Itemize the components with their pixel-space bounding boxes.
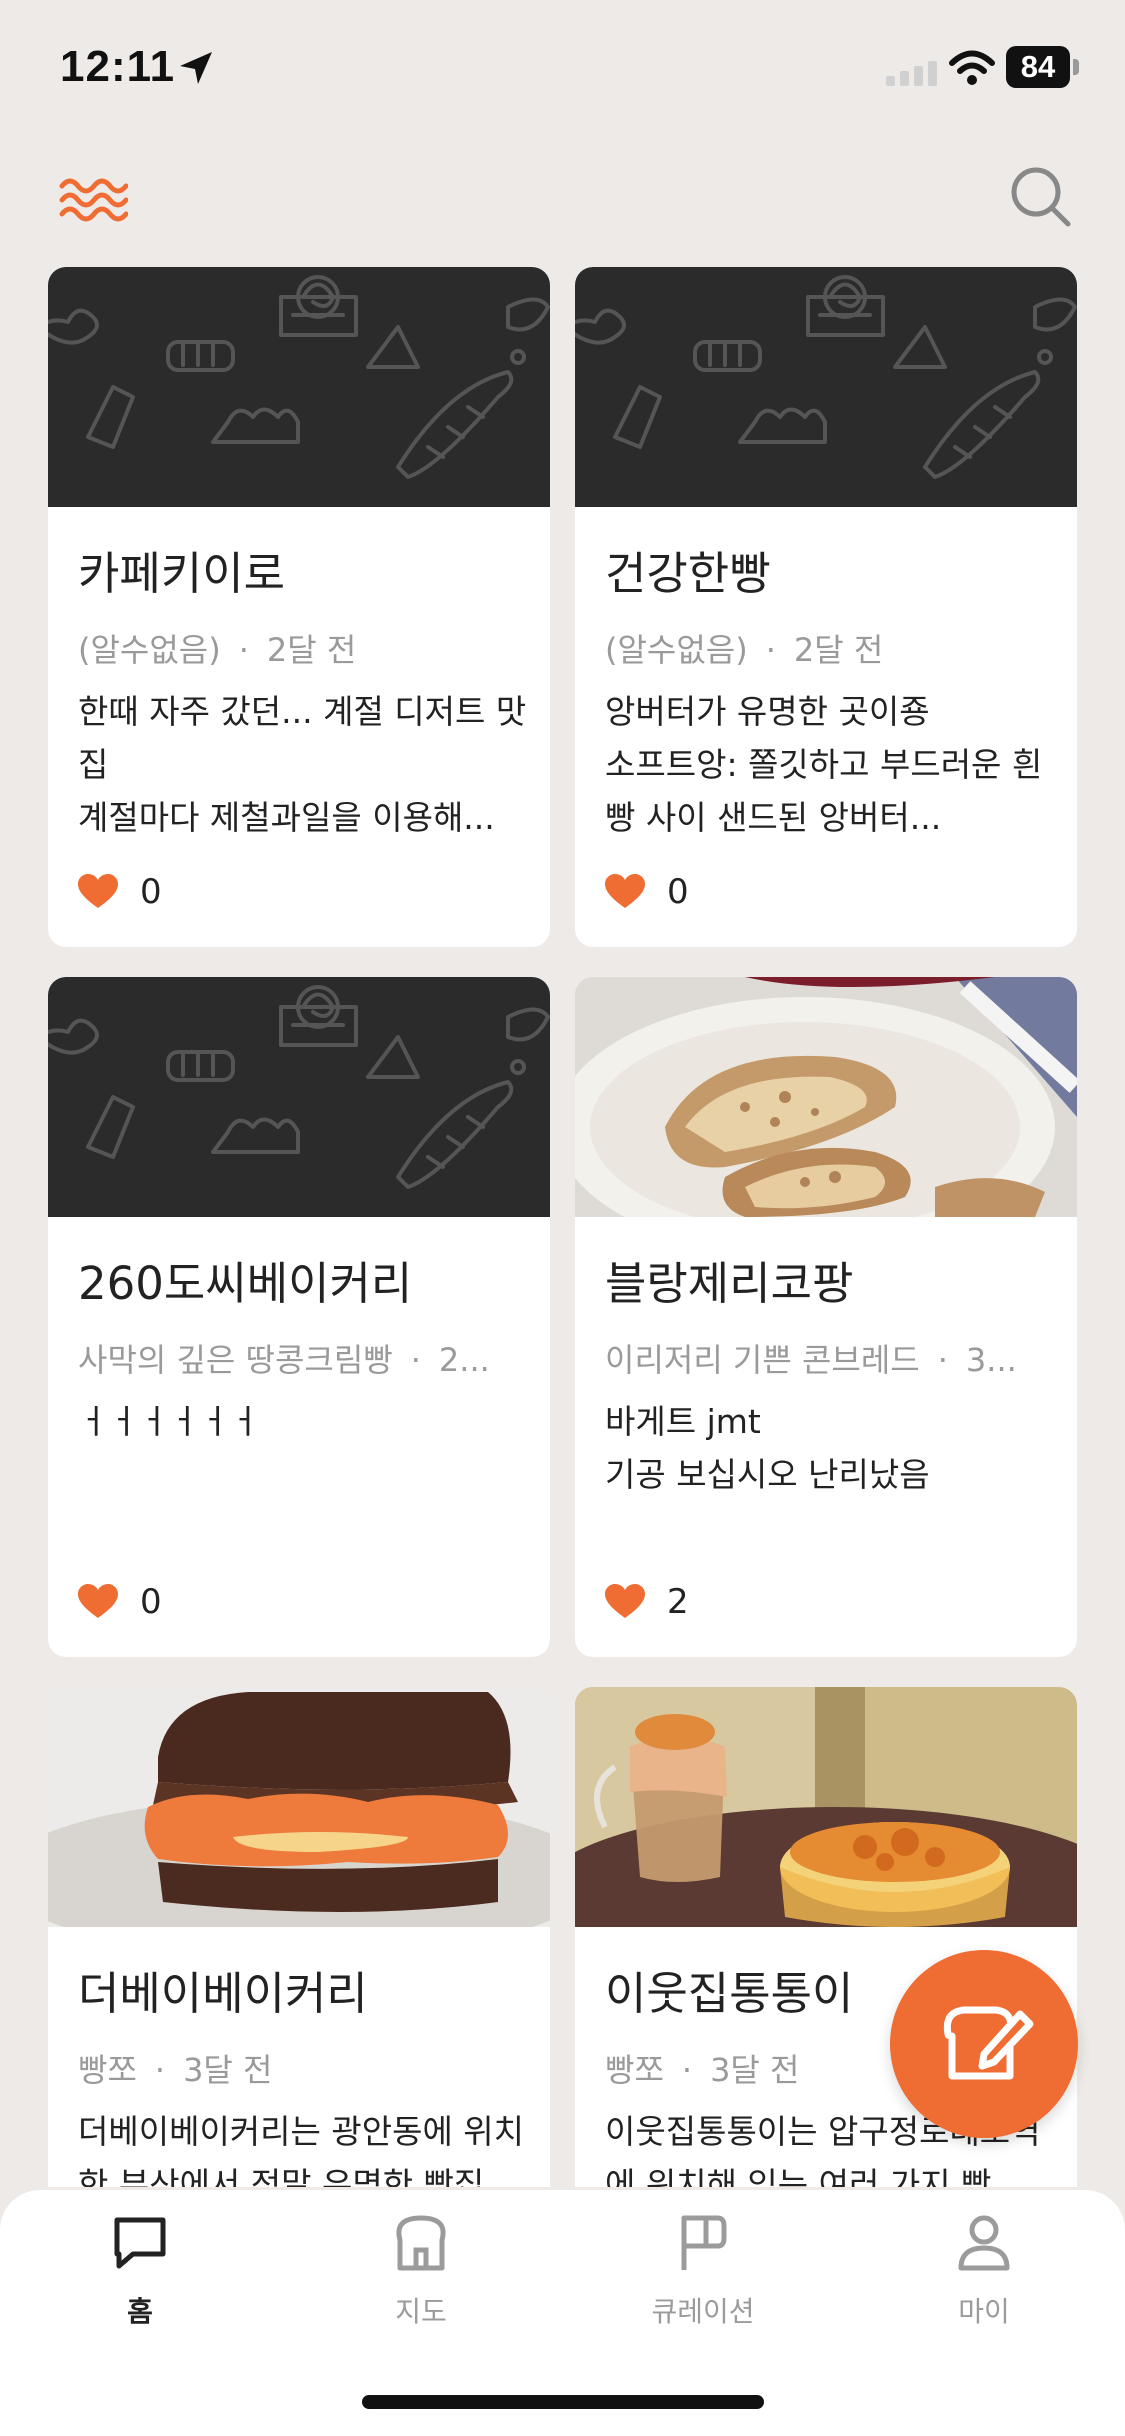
location-arrow-icon (180, 52, 212, 84)
card-meta: 빵쪼 · 3달 전 (78, 2051, 273, 2089)
card-meta: (알수없음) · 2달 전 (78, 631, 357, 669)
status-time: 12:11 (60, 42, 176, 91)
like-button[interactable]: 0 (78, 1582, 162, 1622)
card-time: 2달 전 (793, 631, 884, 669)
home-bubble-icon (114, 2217, 166, 2269)
like-count: 0 (140, 872, 162, 912)
like-button[interactable]: 2 (605, 1582, 689, 1622)
card-photo-drink-dessert (575, 1687, 1077, 1927)
home-indicator (362, 2395, 764, 2409)
battery-tip (1073, 59, 1079, 75)
post-card[interactable]: 건강한빵 (알수없음) · 2달 전 앙버터가 유명한 곳이죵 소프트앙: 쫄깃하고… (575, 267, 1077, 947)
signal-icon (886, 61, 937, 86)
card-title: 더베이베이커리 (78, 1967, 368, 2020)
card-author: 빵쪼 (605, 2051, 664, 2089)
post-card[interactable]: 260도씨베이커리 사막의 깊은 땅콩크림빵 · 2... ㅓㅓㅓㅓㅓㅓ 0 (48, 977, 550, 1657)
card-title: 카페키이로 (78, 547, 286, 600)
post-card[interactable]: 더베이베이커리 빵쪼 · 3달 전 더베이베이커리는 광안동에 위치한 부산에서 정… (48, 1687, 550, 2187)
card-description: ㅓㅓㅓㅓㅓㅓ (78, 1402, 261, 1441)
wifi-icon (949, 50, 995, 85)
like-count: 0 (667, 872, 689, 912)
card-time: 2달 전 (266, 631, 357, 669)
card-photo-baguette (575, 977, 1077, 1217)
search-icon[interactable] (1008, 164, 1074, 230)
card-author: 빵쪼 (78, 2051, 137, 2089)
card-author: 사막의 깊은 땅콩크림빵 (78, 1341, 393, 1379)
post-card[interactable]: 블랑제리코팡 이리저리 기쁜 콘브레드 · 3... 바게트 jmt 기공 보십시오… (575, 977, 1077, 1657)
card-description: 더베이베이커리는 광안동에 위치한 부산에서 정말 유명한 빵집 (78, 2112, 525, 2187)
flag-icon (681, 2215, 727, 2270)
write-post-button[interactable] (890, 1950, 1078, 2138)
heart-icon (78, 1584, 118, 1618)
card-placeholder-image (575, 267, 1077, 507)
card-title: 블랑제리코팡 (605, 1257, 854, 1310)
write-bread-icon (943, 2006, 1034, 2080)
like-button[interactable]: 0 (605, 872, 689, 912)
card-placeholder-image (48, 267, 550, 507)
tab-label: 마이 (958, 2295, 1010, 2328)
tab-my[interactable]: 마이 (884, 2210, 1084, 2350)
post-grid: 카페키이로 (알수없음) · 2달 전 한때 자주 갔던... 계절 디저트 맛집 … (48, 267, 1078, 2187)
card-time: 2... (438, 1341, 490, 1379)
post-card[interactable]: 카페키이로 (알수없음) · 2달 전 한때 자주 갔던... 계절 디저트 맛집 … (48, 267, 550, 947)
heart-icon (605, 874, 645, 908)
battery-icon: 84 (1006, 46, 1070, 88)
tab-label: 홈 (127, 2295, 153, 2328)
waves-logo-icon[interactable] (58, 170, 128, 230)
tab-home[interactable]: 홈 (40, 2210, 240, 2350)
person-icon (958, 2215, 1010, 2271)
card-time: 3... (965, 1341, 1017, 1379)
card-placeholder-image (48, 977, 550, 1217)
header (0, 150, 1125, 260)
card-author: (알수없음) (605, 631, 748, 669)
card-author: 이리저리 기쁜 콘브레드 (605, 1341, 920, 1379)
like-count: 2 (667, 1582, 689, 1622)
card-meta: 이리저리 기쁜 콘브레드 · 3... (605, 1341, 1017, 1379)
card-meta: 사막의 깊은 땅콩크림빵 · 2... (78, 1341, 490, 1379)
heart-icon (605, 1584, 645, 1618)
heart-icon (78, 874, 118, 908)
card-title: 건강한빵 (605, 547, 771, 600)
card-description: 앙버터가 유명한 곳이죵 소프트앙: 쫄깃하고 부드러운 흰빵 사이 샌드된 앙… (605, 692, 1043, 837)
card-author: (알수없음) (78, 631, 221, 669)
tab-label: 지도 (395, 2295, 447, 2328)
like-count: 0 (140, 1582, 162, 1622)
like-button[interactable]: 0 (78, 872, 162, 912)
tab-map[interactable]: 지도 (321, 2210, 521, 2350)
tab-curation[interactable]: 큐레이션 (603, 2210, 803, 2350)
card-time: 3달 전 (710, 2051, 800, 2089)
card-description: 바게트 jmt 기공 보십시오 난리났음 (605, 1402, 930, 1494)
card-title: 이웃집통통이 (605, 1967, 854, 2020)
card-meta: (알수없음) · 2달 전 (605, 631, 884, 669)
card-photo-sandwich-cake (48, 1687, 550, 1927)
card-time: 3달 전 (183, 2051, 273, 2089)
card-title: 260도씨베이커리 (78, 1257, 413, 1310)
bread-map-icon (396, 2215, 446, 2271)
tab-label: 큐레이션 (651, 2295, 755, 2328)
card-description: 한때 자주 갔던... 계절 디저트 맛집 계절마다 제철과일을 이용해... (78, 692, 527, 837)
status-bar: 12:11 84 (0, 0, 1125, 140)
